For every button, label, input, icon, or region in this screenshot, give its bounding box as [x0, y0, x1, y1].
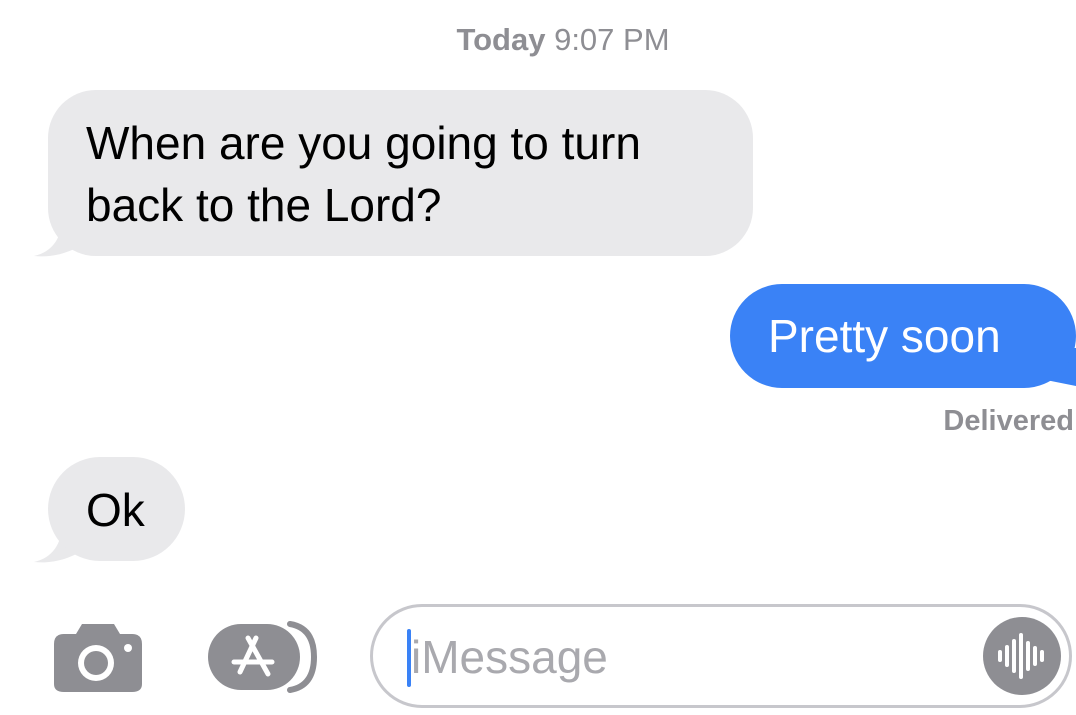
message-text: Ok: [86, 484, 145, 536]
message-input-field[interactable]: iMessage: [370, 604, 1072, 708]
message-text-line: When are you going to turn: [86, 117, 641, 169]
message-bubble-incoming[interactable]: Ok: [48, 457, 185, 561]
message-text-line: back to the Lord?: [86, 179, 442, 231]
message-bubble-outgoing[interactable]: Pretty soon: [730, 284, 1076, 388]
audio-waveform-icon: [983, 617, 1061, 695]
message-bubble-incoming[interactable]: When are you going to turn back to the L…: [48, 90, 753, 256]
timestamp-day: Today: [456, 22, 546, 57]
app-store-button[interactable]: [206, 620, 324, 694]
message-input-placeholder: iMessage: [411, 631, 608, 683]
conversation-timestamp: Today 9:07 PM: [0, 22, 1076, 58]
delivery-status: Delivered: [943, 405, 1074, 437]
message-text: Pretty soon: [768, 310, 1001, 362]
camera-button[interactable]: [52, 620, 144, 694]
camera-icon: [54, 624, 142, 692]
app-store-icon: [208, 621, 318, 693]
audio-message-button[interactable]: [983, 617, 1061, 695]
timestamp-time: 9:07 PM: [554, 22, 670, 57]
